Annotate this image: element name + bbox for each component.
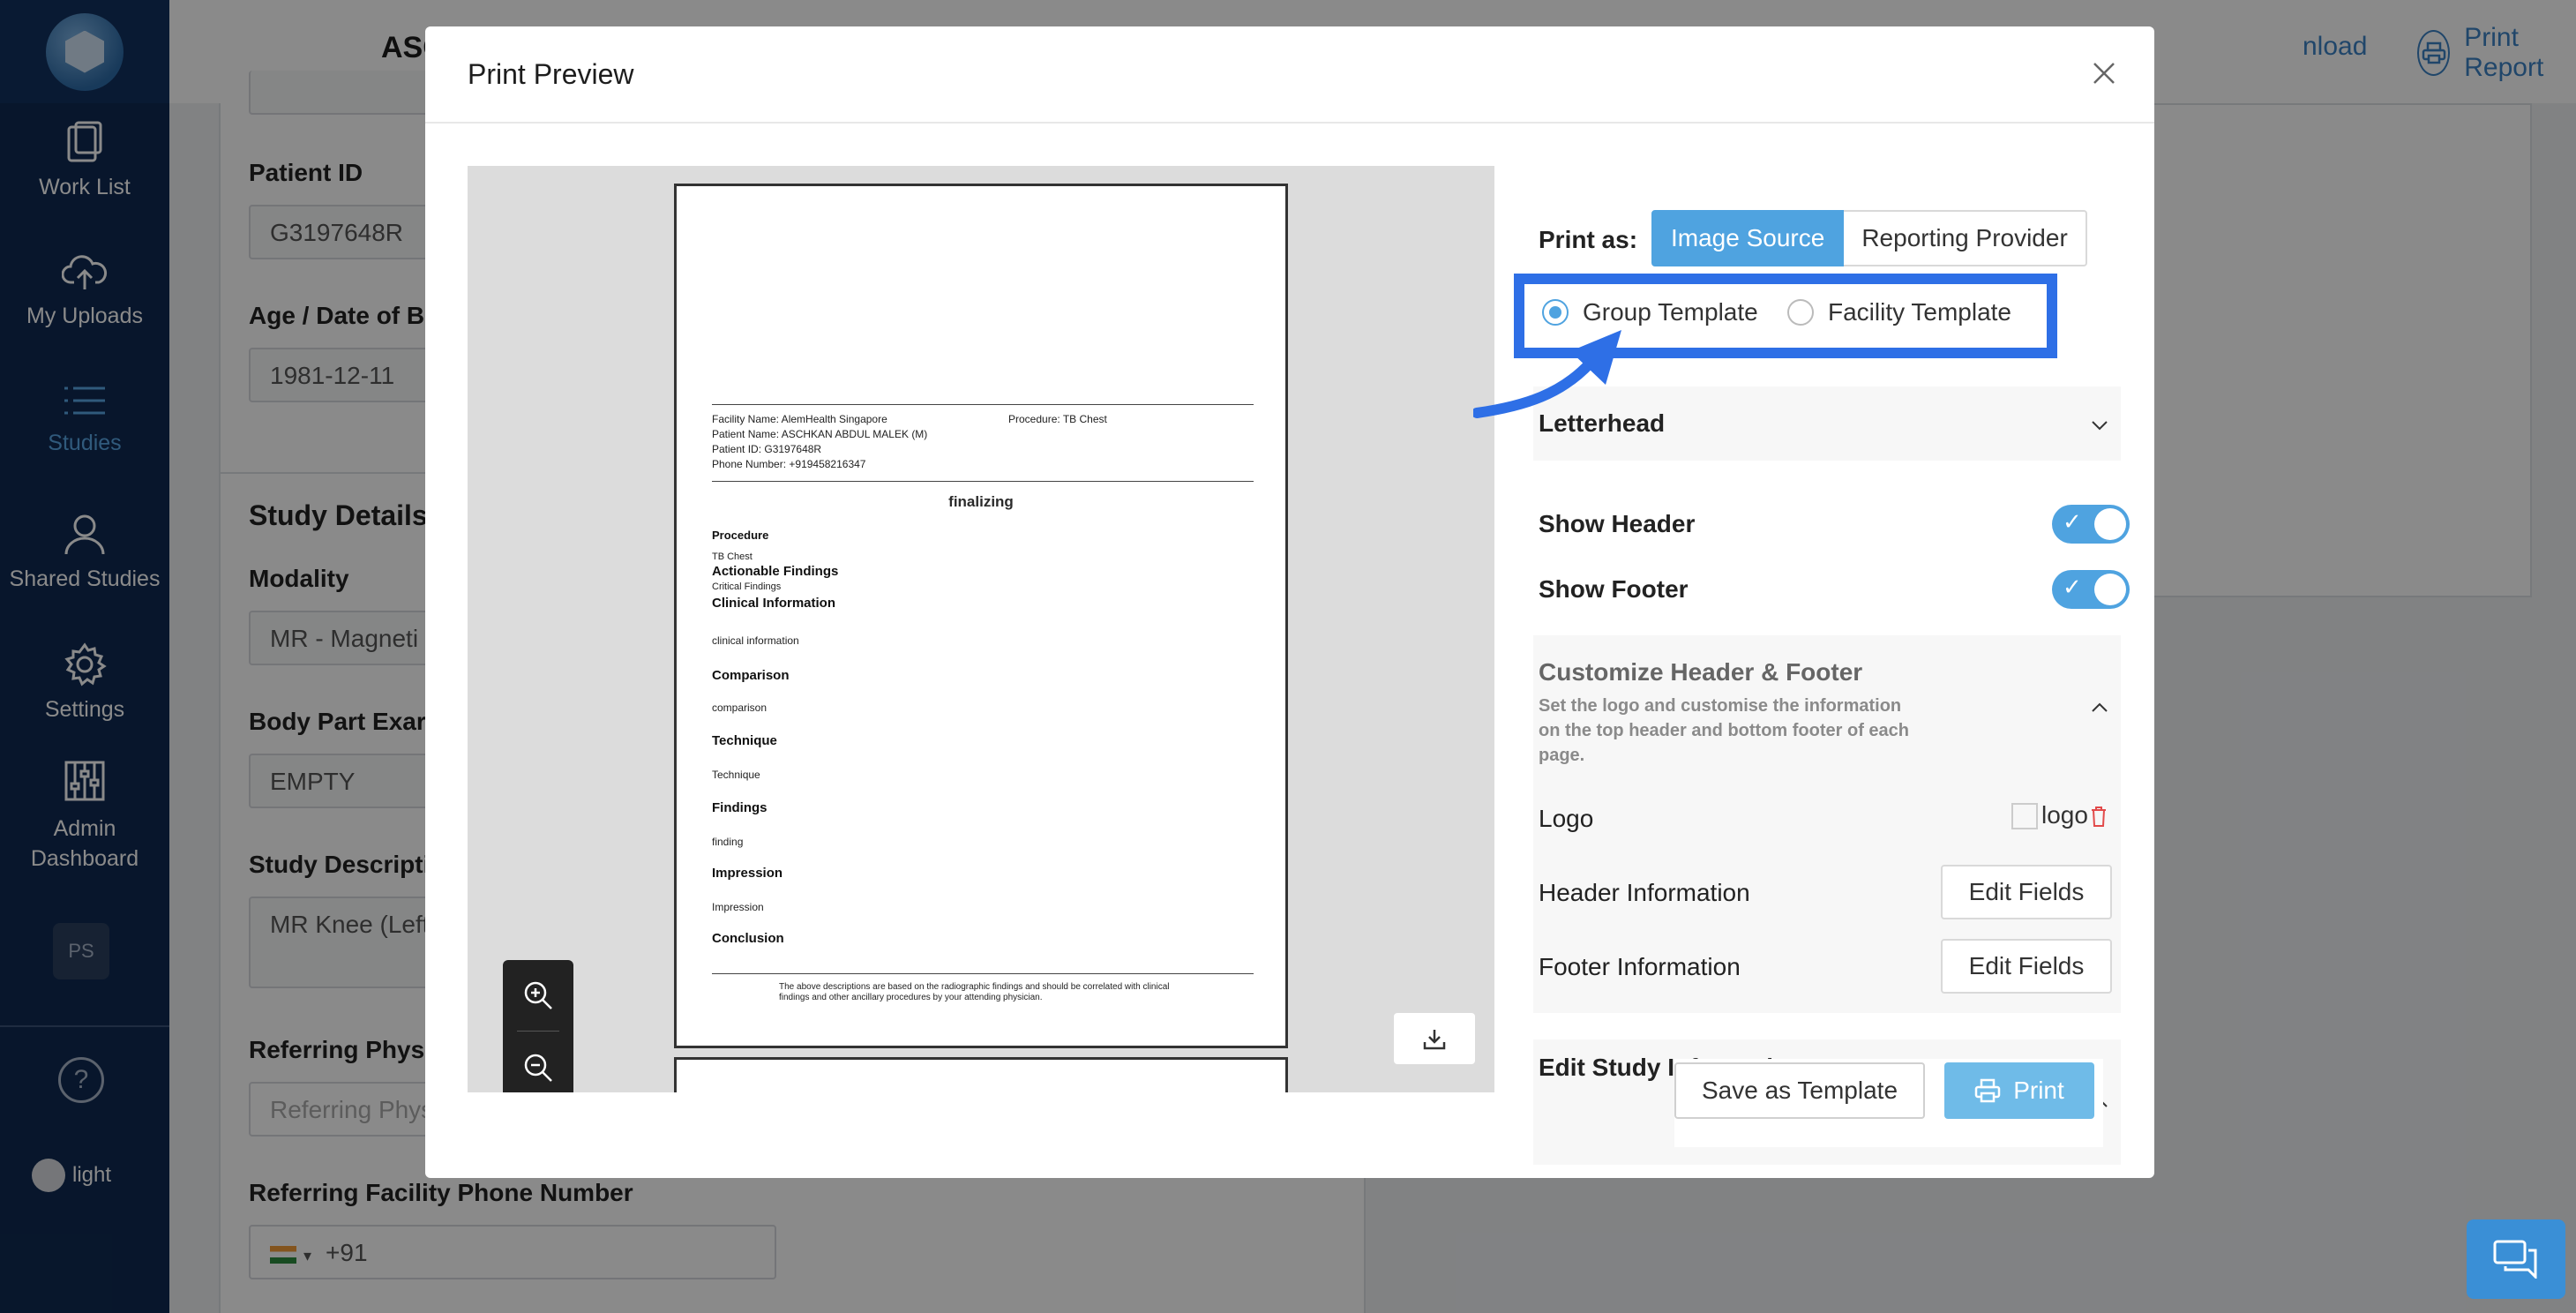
logo-label: Logo xyxy=(1539,805,1594,832)
broken-image-icon xyxy=(2011,803,2038,829)
modal-title: Print Preview xyxy=(468,58,634,90)
conclusion-heading: Conclusion xyxy=(712,931,784,946)
print-as-label: Print as: xyxy=(1539,226,1638,253)
zoom-out-button[interactable] xyxy=(503,1032,573,1092)
print-settings: Print as: Image Source Reporting Provide… xyxy=(1514,166,2130,1165)
radio-button[interactable] xyxy=(1787,299,1814,326)
toggle-knob xyxy=(2094,574,2126,605)
page-divider xyxy=(712,973,1254,974)
zoom-in-icon xyxy=(524,981,552,1009)
page-divider xyxy=(712,404,1254,405)
chat-button[interactable] xyxy=(2467,1219,2565,1299)
radio-facility-template[interactable]: Facility Template xyxy=(1787,298,2011,326)
customize-header-footer-section: Customize Header & Footer Set the logo a… xyxy=(1533,635,2121,1013)
zoom-separator xyxy=(517,1031,559,1032)
impression-heading: Impression xyxy=(712,866,783,881)
zoom-in-button[interactable] xyxy=(503,960,573,1031)
edit-header-fields-button[interactable]: Edit Fields xyxy=(1941,865,2112,919)
toggle-knob xyxy=(2094,508,2126,540)
edit-footer-fields-button[interactable]: Edit Fields xyxy=(1941,939,2112,994)
findings-text: finding xyxy=(712,836,744,848)
logo-alt-text: logo xyxy=(2041,801,2088,829)
download-preview-button[interactable] xyxy=(1394,1013,1475,1064)
header-information-label: Header Information xyxy=(1539,879,1750,906)
page-divider xyxy=(712,481,1254,482)
show-footer-label: Show Footer xyxy=(1539,575,1689,603)
check-icon: ✓ xyxy=(2063,508,2082,535)
show-header-toggle[interactable]: ✓ xyxy=(2052,505,2130,544)
report-page-2 xyxy=(674,1057,1288,1092)
printer-icon xyxy=(1974,1078,2001,1103)
chevron-down-icon xyxy=(2092,421,2108,431)
meta-patient-name: Patient Name: ASCHKAN ABDUL MALEK (M) xyxy=(712,428,928,440)
actionable-text: Critical Findings xyxy=(712,581,782,592)
zoom-controls xyxy=(503,960,573,1092)
modal-header: Print Preview xyxy=(425,26,2154,124)
comparison-text: comparison xyxy=(712,702,768,714)
comparison-heading: Comparison xyxy=(712,668,790,683)
save-as-template-button[interactable]: Save as Template xyxy=(1674,1062,1925,1119)
annotation-arrow-icon xyxy=(1473,330,1621,418)
report-footer-text: The above descriptions are based on the … xyxy=(779,982,1170,1002)
check-icon: ✓ xyxy=(2063,574,2082,600)
chevron-up-icon[interactable] xyxy=(2091,699,2108,717)
chat-icon xyxy=(2493,1240,2537,1279)
footer-information-label: Footer Information xyxy=(1539,953,1741,980)
preview-area: Facility Name: AlemHealth Singapore Proc… xyxy=(468,166,1494,1092)
close-icon[interactable] xyxy=(2089,58,2119,88)
actionable-heading: Actionable Findings xyxy=(712,564,839,579)
radio-button-selected[interactable] xyxy=(1542,299,1569,326)
findings-heading: Findings xyxy=(712,800,768,815)
procedure-heading: Procedure xyxy=(712,529,769,542)
technique-text: Technique xyxy=(712,769,760,781)
radio-group-template[interactable]: Group Template xyxy=(1542,298,1758,326)
print-preview-modal: Print Preview Facility Name: AlemHealth … xyxy=(425,26,2154,1178)
report-page: Facility Name: AlemHealth Singapore Proc… xyxy=(674,184,1288,1048)
meta-patient-id: Patient ID: G3197648R xyxy=(712,443,822,455)
clinical-text: clinical information xyxy=(712,634,799,647)
meta-phone: Phone Number: +919458216347 xyxy=(712,458,866,470)
customize-description: Set the logo and customise the informati… xyxy=(1539,696,1909,765)
print-button[interactable]: Print xyxy=(1944,1062,2094,1119)
download-icon xyxy=(1423,1030,1446,1050)
procedure-text: TB Chest xyxy=(712,551,753,562)
technique-heading: Technique xyxy=(712,733,777,748)
meta-procedure: Procedure: TB Chest xyxy=(1008,413,1107,425)
report-title: finalizing xyxy=(948,493,1014,510)
print-button-label: Print xyxy=(2013,1077,2064,1104)
meta-facility: Facility Name: AlemHealth Singapore xyxy=(712,413,887,425)
radio-label: Group Template xyxy=(1583,298,1758,326)
zoom-out-icon xyxy=(524,1054,552,1082)
print-as-segmented-control: Image Source Reporting Provider xyxy=(1651,210,2087,266)
impression-text: Impression xyxy=(712,901,764,913)
show-header-label: Show Header xyxy=(1539,510,1696,537)
print-as-image-source[interactable]: Image Source xyxy=(1651,210,1845,266)
logo-preview: logo xyxy=(2011,801,2088,829)
show-footer-toggle[interactable]: ✓ xyxy=(2052,570,2130,609)
radio-label: Facility Template xyxy=(1828,298,2012,326)
modal-footer-actions: Save as Template Print xyxy=(1674,1059,2103,1147)
trash-icon[interactable] xyxy=(2089,805,2108,828)
customize-title: Customize Header & Footer xyxy=(1539,658,1863,686)
print-as-reporting-provider[interactable]: Reporting Provider xyxy=(1844,210,2087,266)
clinical-heading: Clinical Information xyxy=(712,596,836,611)
